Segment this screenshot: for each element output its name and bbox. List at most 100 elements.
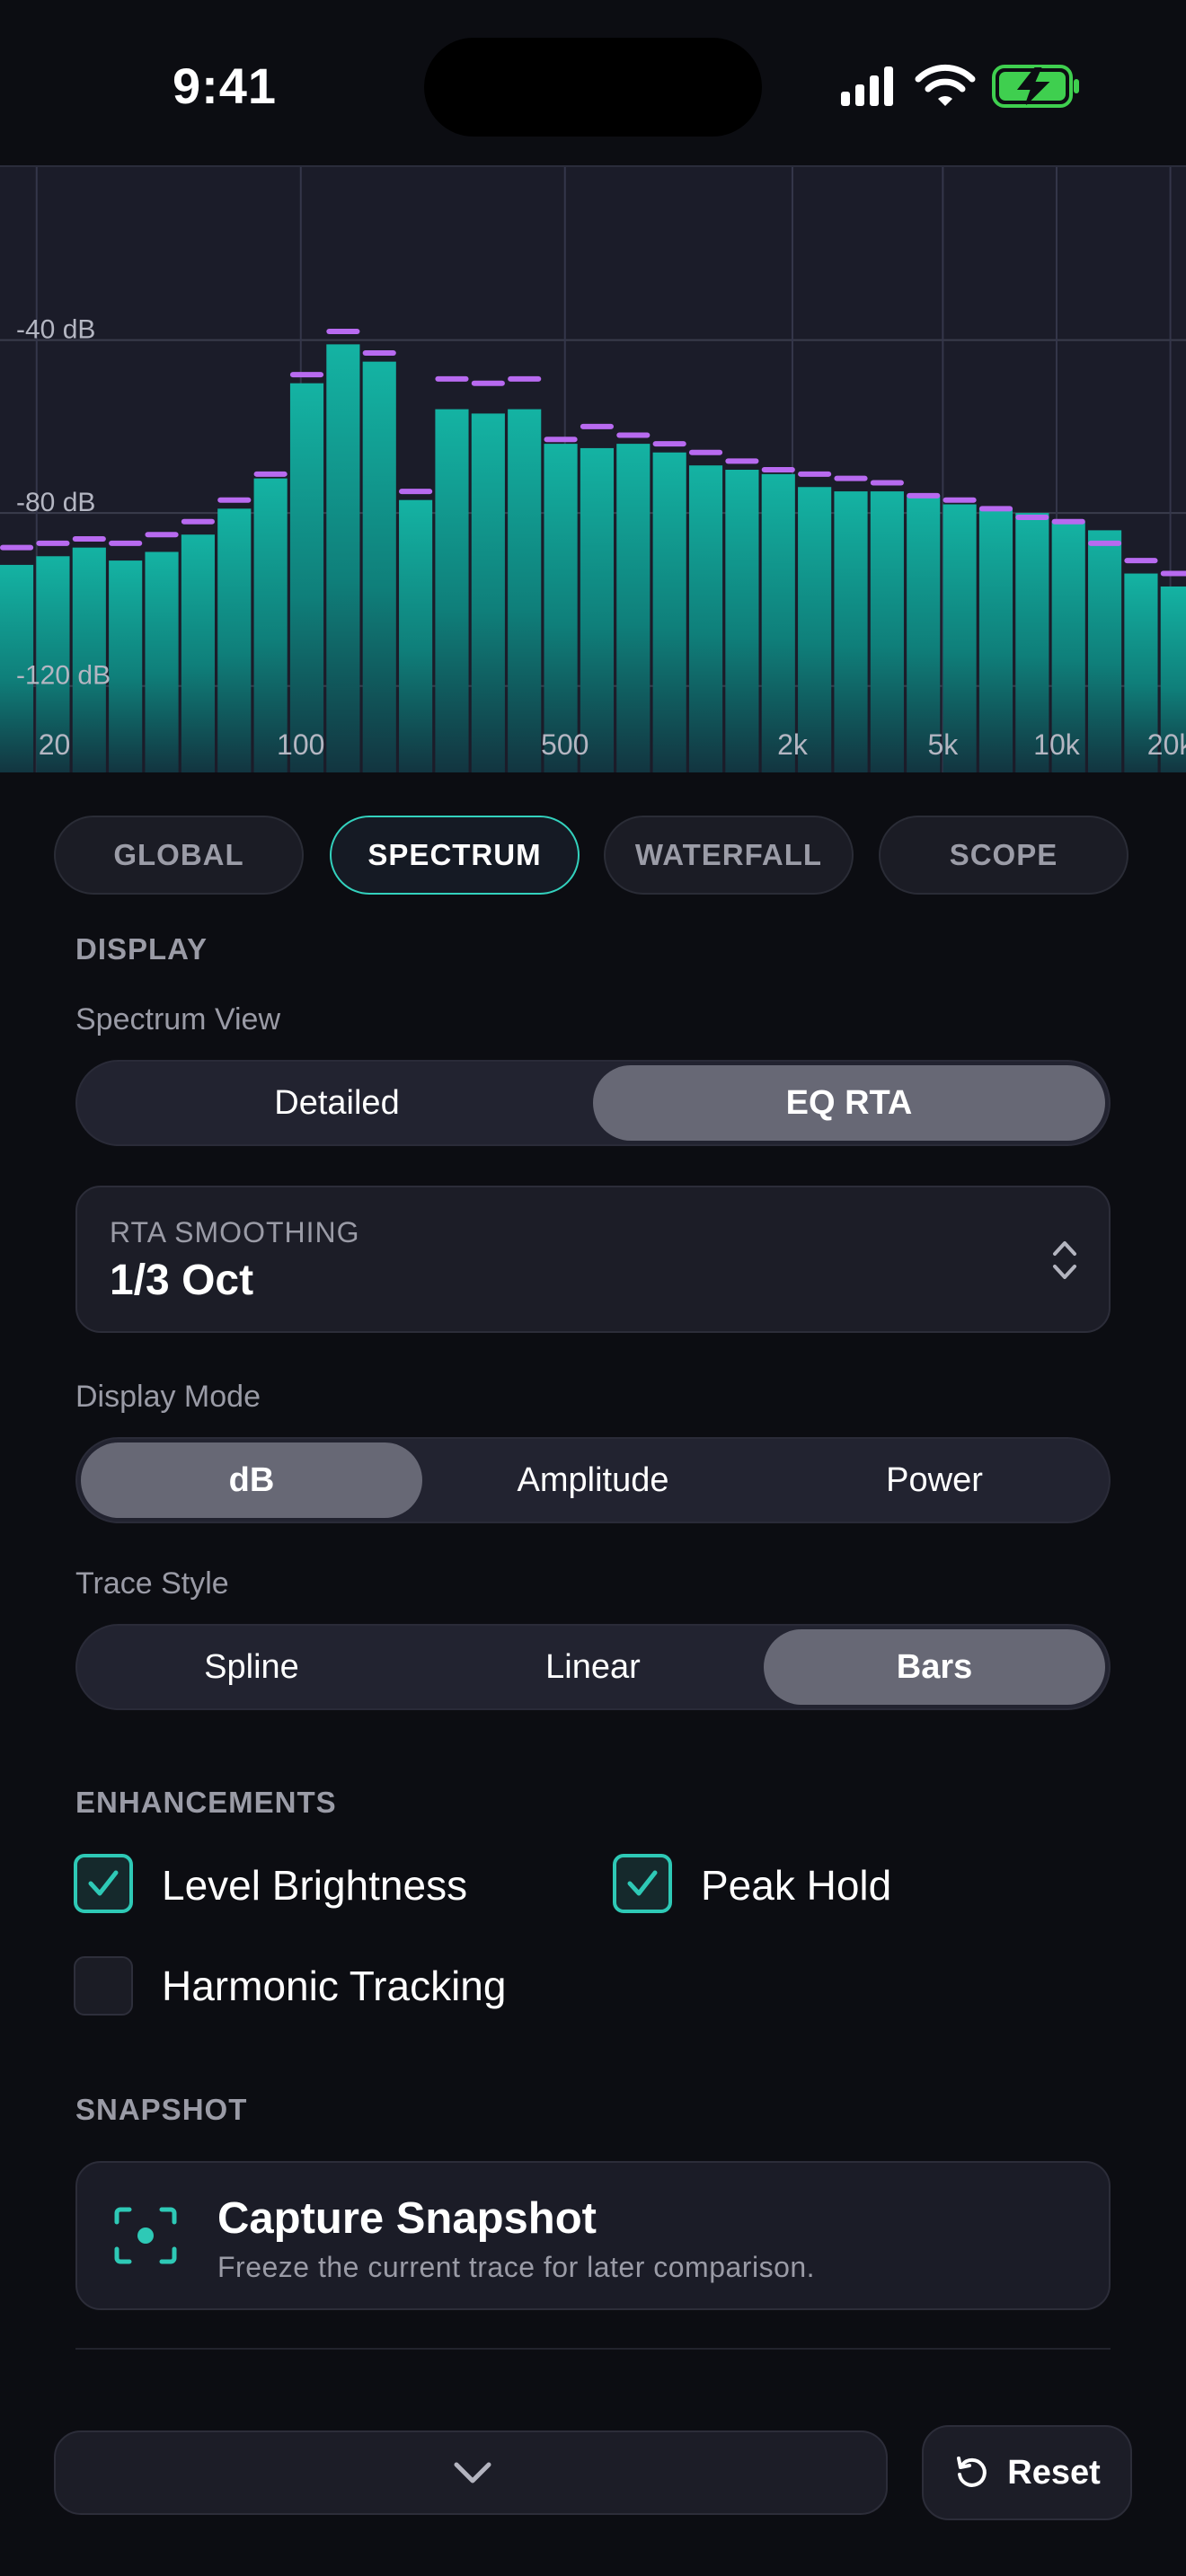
spectrum-bar [289, 383, 324, 772]
peak-marker [798, 471, 832, 477]
peak-marker [907, 492, 941, 498]
peak-marker [1088, 540, 1122, 546]
spectrum-bar [725, 470, 759, 772]
peak-marker [616, 432, 651, 438]
tab-scope[interactable]: SCOPE [879, 816, 1128, 895]
trace-style-option-spline[interactable]: Spline [81, 1629, 422, 1705]
peak-hold-checkbox[interactable] [613, 1854, 672, 1913]
peak-marker [109, 540, 143, 546]
wifi-icon [915, 64, 976, 106]
peak-marker [1015, 514, 1049, 520]
x-axis-label: 10k [1033, 728, 1081, 761]
spectrum-bar [834, 491, 868, 772]
divider [75, 2348, 1111, 2350]
spectrum-bar [688, 465, 723, 772]
display-mode-option-power[interactable]: Power [764, 1442, 1105, 1518]
spectrum-bar [580, 447, 615, 772]
capture-icon [114, 2207, 177, 2264]
spectrum-bar [1088, 530, 1122, 772]
spectrum-bar [399, 499, 433, 772]
trace-style-option-bars[interactable]: Bars [764, 1629, 1105, 1705]
spectrum-bar [326, 344, 360, 772]
peak-marker [399, 489, 433, 495]
peak-marker [217, 497, 252, 503]
display-mode-label: Display Mode [75, 1380, 261, 1414]
peak-hold-label: Peak Hold [701, 1862, 892, 1909]
peak-marker [471, 380, 505, 386]
display-mode-option-db[interactable]: dB [81, 1442, 422, 1518]
peak-marker [1051, 518, 1085, 525]
peak-marker [725, 458, 759, 464]
y-axis-label: -40 dB [16, 315, 95, 345]
harmonic-tracking-label: Harmonic Tracking [162, 1963, 507, 2009]
peak-marker [435, 375, 469, 382]
snapshot-subtitle: Freeze the current trace for later compa… [217, 2251, 816, 2283]
trace-style-option-linear[interactable]: Linear [422, 1629, 764, 1705]
x-axis-label: 100 [277, 728, 324, 761]
x-axis-label: 2k [777, 728, 809, 761]
enhancements-section-title: ENHANCEMENTS [75, 1786, 337, 1819]
spectrum-chart-svg: -40 dB -80 dB -120 dB 20 100 500 2k 5k 10k 20k [0, 167, 1186, 772]
spectrum-bar [616, 444, 651, 772]
tab-spectrum[interactable]: SPECTRUM [330, 816, 580, 895]
checkmark-icon [88, 1870, 119, 1896]
x-axis-label: 5k [927, 728, 959, 761]
chevron-up-down-icon [1053, 1241, 1076, 1279]
peak-marker [761, 467, 795, 472]
spectrum-bar [435, 409, 469, 772]
tab-global[interactable]: GLOBAL [54, 816, 304, 895]
peak-marker [72, 536, 106, 543]
reset-button[interactable]: Reset [922, 2425, 1132, 2520]
spectrum-bar [145, 551, 179, 772]
tab-waterfall[interactable]: WATERFALL [604, 816, 854, 895]
spectrum-bar [471, 413, 505, 772]
x-axis-label: 20 [39, 728, 71, 761]
status-icons [836, 59, 1087, 113]
rta-smoothing-value: 1/3 Oct [110, 1257, 254, 1304]
level-brightness-checkbox[interactable] [74, 1854, 133, 1913]
x-axis-label: 500 [541, 728, 589, 761]
peak-marker [36, 540, 70, 546]
signal-icon [841, 66, 893, 106]
trace-style-segmented: Spline Linear Bars [75, 1624, 1111, 1710]
peak-marker [508, 375, 542, 382]
display-section-title: DISPLAY [75, 932, 208, 966]
spectrum-bar [109, 560, 143, 772]
peak-marker [289, 372, 324, 378]
harmonic-tracking-checkbox[interactable] [74, 1956, 133, 2016]
rta-smoothing-caption: RTA SMOOTHING [110, 1216, 360, 1248]
peak-marker [834, 475, 868, 481]
spectrum-bar [978, 508, 1013, 772]
spectrum-bar [870, 491, 904, 772]
battery-charging-icon [992, 65, 1079, 108]
rta-smoothing-select[interactable]: RTA SMOOTHING 1/3 Oct [75, 1186, 1111, 1333]
peak-marker [1124, 558, 1158, 564]
display-mode-option-amplitude[interactable]: Amplitude [422, 1442, 764, 1518]
spectrum-bar [652, 452, 686, 772]
peak-marker [181, 518, 215, 525]
capture-snapshot-button[interactable]: Capture Snapshot Freeze the current trac… [75, 2161, 1111, 2310]
trace-style-label: Trace Style [75, 1566, 229, 1601]
spectrum-view-option-eq-rta[interactable]: EQ RTA [593, 1065, 1105, 1141]
snapshot-section-title: SNAPSHOT [75, 2093, 248, 2126]
y-axis-label: -80 dB [16, 488, 95, 517]
peak-marker [145, 532, 179, 538]
spectrum-bar [217, 508, 252, 772]
peak-marker [688, 449, 723, 455]
spectrum-bar [508, 409, 542, 772]
spectrum-chart[interactable]: -40 dB -80 dB -120 dB 20 100 500 2k 5k 10k 20k [0, 165, 1186, 772]
spectrum-bar [181, 534, 215, 772]
y-axis-label: -120 dB [16, 661, 111, 691]
peak-marker [326, 328, 360, 334]
spectrum-view-option-detailed[interactable]: Detailed [81, 1065, 593, 1141]
peak-marker [362, 350, 396, 357]
display-mode-segmented: dB Amplitude Power [75, 1437, 1111, 1523]
dynamic-island [424, 38, 762, 137]
x-axis-label: 20k [1147, 728, 1186, 761]
peak-marker [544, 437, 578, 443]
status-time: 9:41 [172, 57, 278, 114]
spectrum-bar [544, 444, 578, 772]
peak-marker [870, 480, 904, 486]
collapse-panel-button[interactable] [54, 2430, 888, 2515]
peak-marker [978, 506, 1013, 512]
